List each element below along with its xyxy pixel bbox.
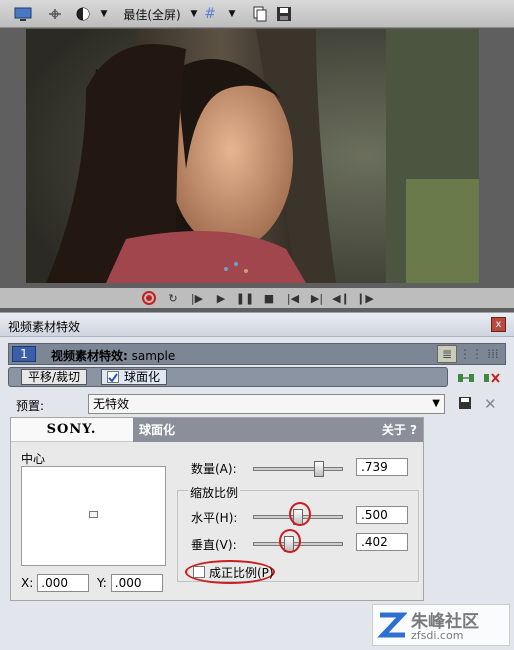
amount-label: 数量(A): [191,462,237,476]
play-icon[interactable]: ▶ [212,290,230,306]
plugin-title-text: 球面化 [139,423,176,437]
chain-label-prefix: 视频素材特效: [51,349,128,363]
overlay-icon[interactable] [72,4,94,24]
horizontal-highlight-ring [289,502,311,526]
spherize-plugin-panel: SONY. 球面化 关于 ? 中心 X: Y: 数量(A): [10,417,424,601]
y-field-group: Y: [97,574,163,592]
watermark-logo-icon [377,612,407,638]
pause-icon[interactable]: ❚❚ [236,290,254,306]
prev-frame-icon[interactable]: |◀ [284,290,302,306]
split-view-icon[interactable] [44,4,66,24]
plugin-title: 球面化 关于 ? [133,418,423,442]
horizontal-value[interactable]: .500 [356,506,408,524]
x-field-group: X: [21,574,90,592]
sony-logo: SONY. [46,422,97,437]
video-fx-window: ▼ 最佳(全屏) ▼ # ▼ ↻ |▶ ▶ ❚❚ ■ |◀ ▶| ◀❙ ❙▶ 视… [0,0,514,650]
chain-index-badge[interactable]: 1 [12,346,36,362]
record-icon[interactable] [140,290,158,306]
plugin-header: SONY. 球面化 关于 ? [11,418,423,442]
proportional-checkbox[interactable] [193,566,205,578]
preview-toolbar: ▼ 最佳(全屏) ▼ # ▼ [0,0,514,28]
tab-pan-crop[interactable]: 平移/裁切 [21,369,88,385]
copy-snapshot-icon[interactable] [250,4,270,24]
clip-name: sample [131,349,176,363]
amount-slider[interactable] [253,461,343,477]
stop-icon[interactable]: ■ [260,290,278,306]
fx-chain-tabs: 平移/裁切 球面化 [8,367,448,387]
dialog-titlebar: 视频素材特效 x [0,313,514,337]
video-fx-dialog: 视频素材特效 x 1 视频素材特效: sample ≣ ⋮⋮ ⁞⁞⁞ 平移/裁切… [0,312,514,650]
about-link[interactable]: 关于 ? [382,418,417,442]
plugin-chainer-icon[interactable] [456,369,476,387]
amount-slider-thumb[interactable] [314,461,324,477]
preset-label: 预置: [16,399,45,413]
quality-dropdown[interactable]: 最佳(全屏) [114,4,190,24]
next-frame-icon[interactable]: ▶| [308,290,326,306]
center-picker[interactable] [21,466,166,566]
vertical-label: 垂直(V): [191,538,237,552]
compact-view-icon[interactable]: ⋮⋮ [459,345,483,363]
chain-label: 视频素材特效: sample [51,347,175,364]
dialog-title: 视频素材特效 [8,320,81,334]
transport-bar: ↻ |▶ ▶ ❚❚ ■ |◀ ▶| ◀❙ ❙▶ [0,288,514,308]
list-view-icon[interactable]: ≣ [437,345,457,363]
play-from-start-icon[interactable]: |▶ [188,290,206,306]
x-input[interactable] [37,574,90,592]
preset-dropdown[interactable]: 无特效 ▼ [88,394,445,414]
tab-spherize[interactable]: 球面化 [101,369,168,385]
chevron-down-icon[interactable]: ▼ [226,4,238,24]
loop-icon[interactable]: ↻ [164,290,182,306]
video-frame [26,29,479,283]
center-label: 中心 [21,452,46,466]
center-crosshair-icon[interactable] [89,511,98,518]
amount-value[interactable]: .739 [356,458,408,476]
remove-plugin-icon[interactable] [482,369,502,387]
vertical-highlight-ring [279,529,301,553]
vertical-value[interactable]: .402 [356,533,408,551]
prev-marker-icon[interactable]: ◀❙ [332,290,350,306]
chevron-down-icon[interactable]: ▼ [188,4,200,24]
quality-label: 最佳(全屏) [123,7,181,22]
chevron-down-icon[interactable]: ▼ [98,4,110,24]
close-button[interactable]: x [491,317,506,332]
save-preset-icon[interactable] [458,396,472,413]
proportional-label: 成正比例(P) [209,566,274,580]
save-snapshot-icon[interactable] [274,4,294,24]
chevron-down-icon: ▼ [432,398,440,409]
preset-row: 预置: 无特效 ▼ ✕ [0,393,514,417]
monitor-icon[interactable] [12,4,34,24]
scale-group-label: 缩放比例 [188,484,241,501]
checkmark-icon[interactable] [107,371,119,383]
grid-icon[interactable]: # [202,4,218,24]
y-label: Y: [97,576,107,590]
site-watermark: 朱峰社区 zfsdi.com [372,604,510,646]
grid-view-icon[interactable]: ⁞⁞⁞ [483,345,503,363]
delete-preset-icon[interactable]: ✕ [484,395,497,413]
x-label: X: [21,576,34,590]
next-marker-icon[interactable]: ❙▶ [356,290,374,306]
preset-value: 无特效 [93,397,130,411]
y-input[interactable] [110,574,163,592]
horizontal-label: 水平(H): [191,511,238,525]
watermark-url: zfsdi.com [411,629,464,642]
video-preview-area [0,28,514,290]
fx-chain-header: 1 视频素材特效: sample ≣ ⋮⋮ ⁞⁞⁞ [8,343,506,365]
tab-spherize-label: 球面化 [124,370,161,384]
